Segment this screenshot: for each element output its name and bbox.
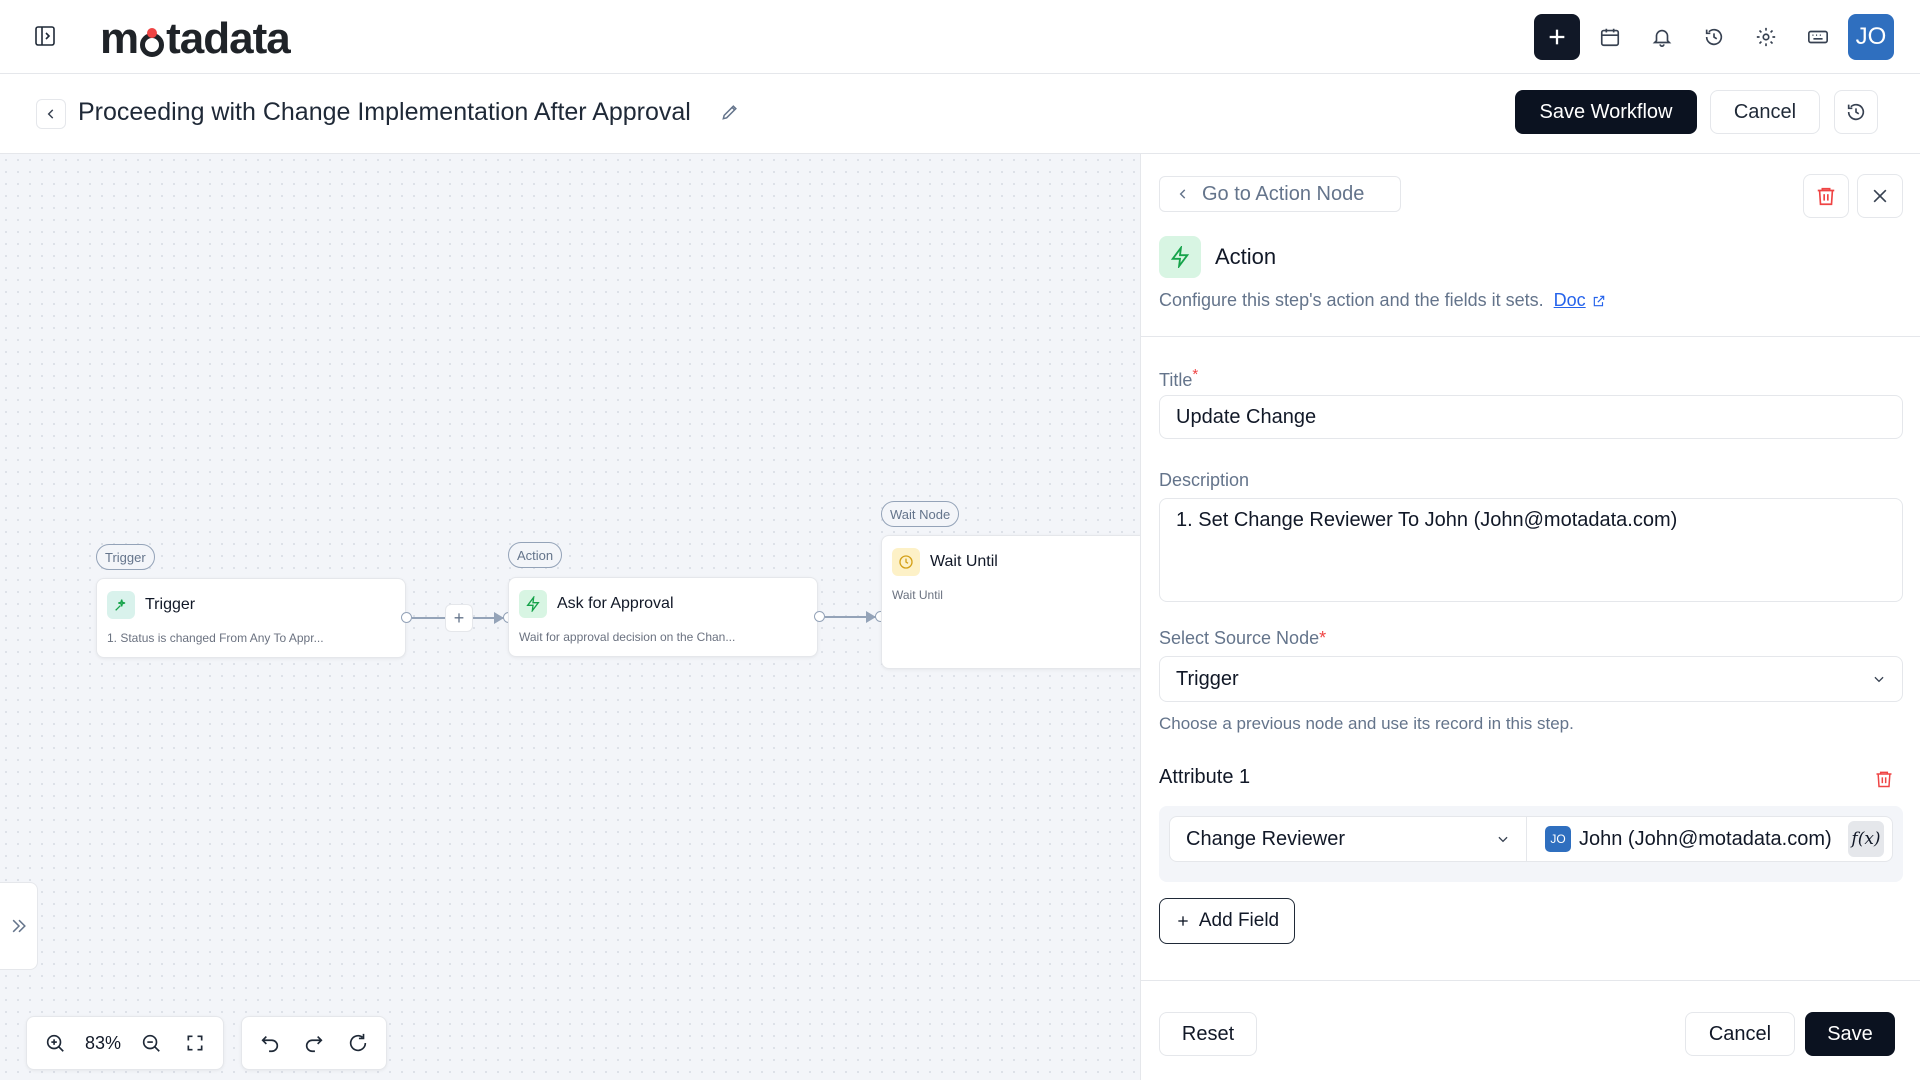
refresh-icon[interactable] xyxy=(338,1023,378,1063)
go-to-label: Go to Action Node xyxy=(1202,182,1365,205)
delete-attribute-button[interactable] xyxy=(1871,766,1897,792)
external-link-icon xyxy=(1593,295,1604,306)
attribute-value-text: John (John@motadata.com) xyxy=(1579,827,1832,850)
required-mark: * xyxy=(1192,366,1199,383)
node-title: Ask for Approval xyxy=(557,595,674,612)
bolt-icon xyxy=(1159,236,1201,278)
logo: m tadata xyxy=(100,14,291,63)
save-button[interactable]: Save xyxy=(1805,1012,1895,1056)
title-input[interactable]: Update Change xyxy=(1159,395,1903,439)
function-button[interactable]: f(x) xyxy=(1848,821,1884,857)
cancel-workflow-button[interactable]: Cancel xyxy=(1710,90,1820,134)
reset-button[interactable]: Reset xyxy=(1159,1012,1257,1056)
history-controls xyxy=(241,1016,387,1070)
node-description: 1. Status is changed From Any To Appr... xyxy=(107,631,324,645)
trigger-node[interactable]: Trigger 1. Status is changed From Any To… xyxy=(96,578,406,658)
expand-panel-button[interactable] xyxy=(0,882,38,970)
version-history-button[interactable] xyxy=(1834,90,1878,134)
title-label-text: Title xyxy=(1159,370,1193,390)
wait-node[interactable]: Wait Until Wait Until xyxy=(881,535,1143,669)
attribute-row: Change Reviewer JO John (John@motadata.c… xyxy=(1159,806,1903,882)
avatar[interactable]: JO xyxy=(1848,14,1894,60)
source-node-helper: Choose a previous node and use its recor… xyxy=(1159,714,1574,733)
undo-icon[interactable] xyxy=(250,1023,290,1063)
avatar: JO xyxy=(1545,826,1571,852)
source-node-label-text: Select Source Node xyxy=(1159,628,1320,648)
node-description: Wait for approval decision on the Chan..… xyxy=(519,630,736,644)
history-icon[interactable] xyxy=(1692,14,1736,60)
description-textarea[interactable]: 1. Set Change Reviewer To John (John@mot… xyxy=(1159,498,1903,602)
calendar-icon[interactable] xyxy=(1588,14,1632,60)
add-node-between-button[interactable]: + xyxy=(445,604,473,632)
node-tag-action: Action xyxy=(508,542,563,568)
gear-icon[interactable] xyxy=(1744,14,1788,60)
source-node-value: Trigger xyxy=(1176,667,1239,690)
top-bar: m tadata JO xyxy=(0,0,1920,74)
description-label: Description xyxy=(1159,470,1250,490)
title-label: Title* xyxy=(1159,366,1198,391)
clock-icon xyxy=(892,548,920,576)
fit-view-icon[interactable] xyxy=(175,1023,215,1063)
save-workflow-button[interactable]: Save Workflow xyxy=(1515,90,1697,134)
keyboard-icon[interactable] xyxy=(1796,14,1840,60)
plus-icon xyxy=(1178,916,1188,926)
zoom-controls: 83% xyxy=(26,1016,224,1070)
node-tag-trigger: Trigger xyxy=(96,544,155,570)
node-output-handle[interactable] xyxy=(401,612,412,623)
title-bar: Proceeding with Change Implementation Af… xyxy=(0,74,1920,154)
workflow-canvas[interactable]: Trigger Trigger 1. Status is changed Fro… xyxy=(0,154,1143,1080)
action-node[interactable]: Ask for Approval Wait for approval decis… xyxy=(508,577,818,657)
attribute-field-select[interactable]: Change Reviewer xyxy=(1169,816,1527,862)
panel-subtitle: Configure this step's action and the fie… xyxy=(1159,290,1606,311)
source-node-label: Select Source Node* xyxy=(1159,628,1326,649)
action-config-panel: Go to Action Node Action Configure this … xyxy=(1140,154,1920,1080)
attribute-field-value: Change Reviewer xyxy=(1186,827,1345,850)
back-button[interactable] xyxy=(36,99,66,129)
close-icon xyxy=(1873,189,1887,203)
go-to-action-node-button[interactable]: Go to Action Node xyxy=(1159,176,1401,212)
attribute-value-input[interactable]: JO John (John@motadata.com) f(x) xyxy=(1527,816,1893,862)
bolt-icon xyxy=(519,590,547,618)
zoom-in-icon[interactable] xyxy=(35,1023,75,1063)
cancel-button[interactable]: Cancel xyxy=(1685,1012,1795,1056)
doc-link[interactable]: Doc xyxy=(1554,290,1606,311)
zoom-level: 83% xyxy=(84,1032,122,1053)
node-title: Wait Until xyxy=(930,553,998,570)
add-field-button[interactable]: Add Field xyxy=(1159,898,1295,944)
chevron-down-icon xyxy=(1874,676,1884,683)
node-description: Wait Until xyxy=(892,588,943,602)
node-tag-wait: Wait Node xyxy=(881,501,960,527)
attribute-title: Attribute 1 xyxy=(1159,766,1251,788)
sidebar-toggle-icon[interactable] xyxy=(30,21,60,51)
divider xyxy=(1141,980,1920,981)
chevron-left-icon xyxy=(1179,189,1186,199)
bell-icon[interactable] xyxy=(1640,14,1684,60)
trash-icon xyxy=(1876,771,1892,788)
panel-subtitle-text: Configure this step's action and the fie… xyxy=(1159,290,1544,310)
node-title: Trigger xyxy=(145,596,196,613)
required-mark: * xyxy=(1319,628,1327,648)
add-field-label: Add Field xyxy=(1198,910,1280,931)
create-button[interactable] xyxy=(1534,14,1580,60)
edit-icon[interactable] xyxy=(720,102,744,126)
panel-heading: Action xyxy=(1215,244,1277,269)
redo-icon[interactable] xyxy=(294,1023,334,1063)
trigger-icon xyxy=(107,591,135,619)
zoom-out-icon[interactable] xyxy=(131,1023,171,1063)
source-node-select[interactable]: Trigger xyxy=(1159,656,1903,702)
chevron-down-icon xyxy=(1498,836,1508,843)
doc-link-label: Doc xyxy=(1553,290,1586,310)
close-panel-button[interactable] xyxy=(1857,174,1903,218)
trash-icon xyxy=(1817,187,1835,206)
divider xyxy=(1141,336,1920,337)
delete-node-button[interactable] xyxy=(1803,174,1849,218)
page-title: Proceeding with Change Implementation Af… xyxy=(78,98,691,126)
node-output-handle[interactable] xyxy=(814,611,825,622)
